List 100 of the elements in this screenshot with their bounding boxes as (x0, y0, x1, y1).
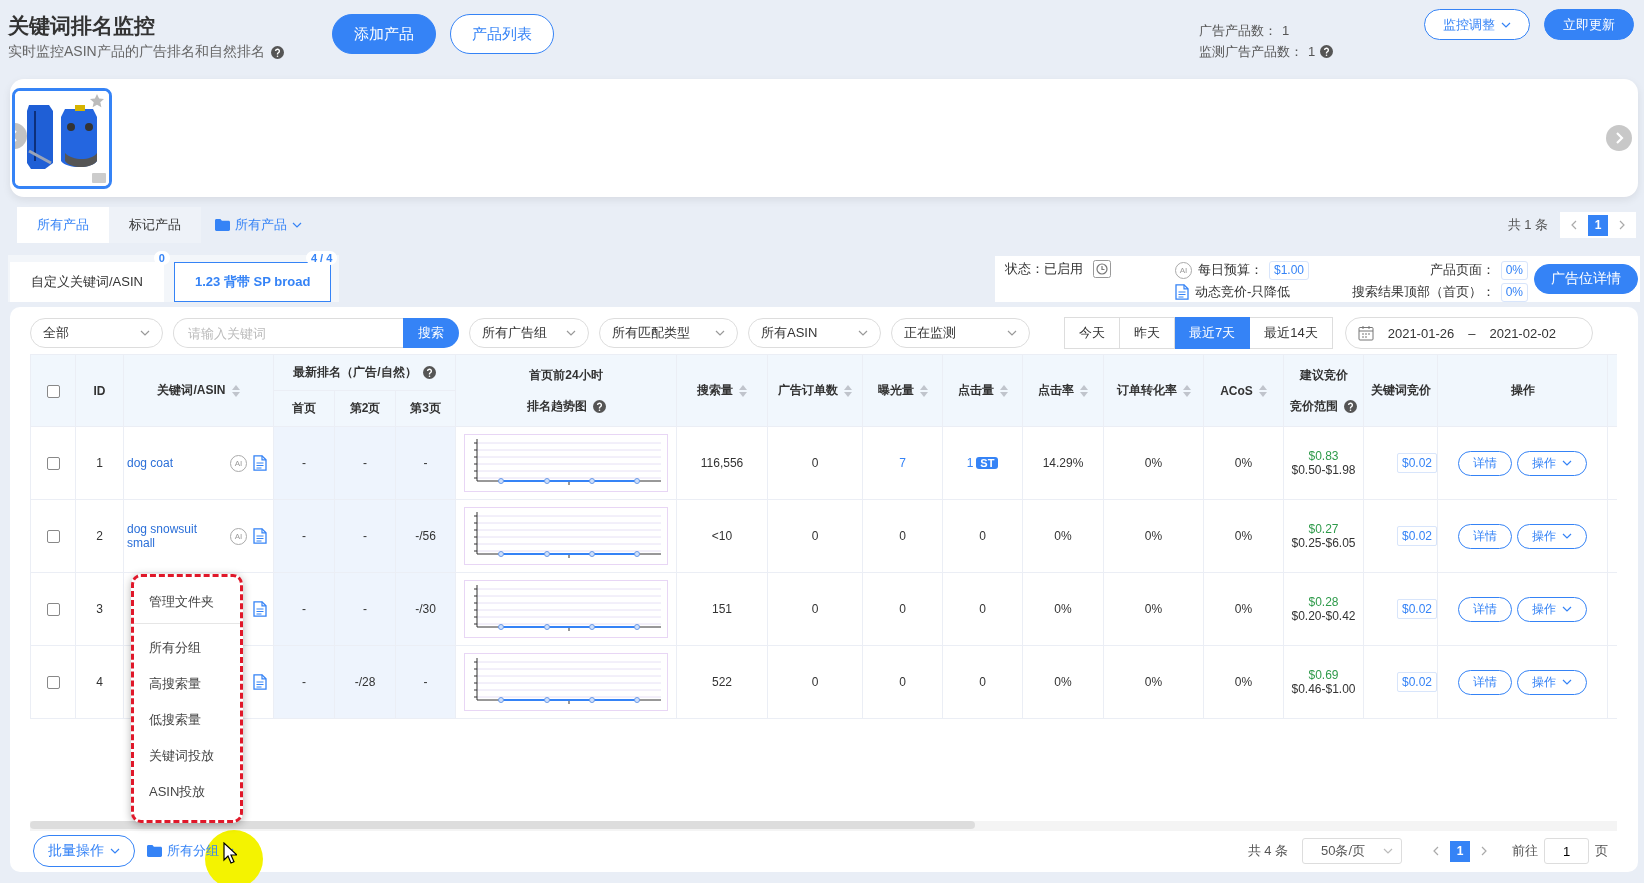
search-button[interactable]: 搜索 (403, 318, 459, 348)
sort-icon (1182, 384, 1191, 397)
bid-field[interactable]: $0.02 (1396, 599, 1437, 619)
keyword-group-card[interactable]: 1.23 背带 SP broad (173, 262, 332, 302)
placement-label: 产品页面： (1429, 261, 1495, 279)
count-badge: 4 / 4 (305, 251, 338, 265)
details-button[interactable]: 详情 (1458, 669, 1512, 695)
actions-dropdown[interactable]: 操作 (1517, 523, 1587, 549)
folder-filter[interactable]: 所有产品 (215, 216, 302, 234)
date-range-button[interactable]: 今天 (1064, 317, 1120, 349)
stat-label: 监测广告产品数： (1199, 43, 1303, 61)
bid-field[interactable]: $0.02 (1396, 453, 1437, 473)
select-all-checkbox[interactable] (46, 384, 60, 398)
table-cell: 0 (979, 529, 986, 543)
sort-icon (231, 384, 240, 397)
chevron-down-icon (1562, 679, 1572, 685)
product-tab[interactable]: 所有产品 (17, 207, 109, 243)
column-header: 关键词/ASIN (157, 382, 226, 399)
table-cell: -/30 (395, 572, 456, 646)
column-header: 点击量 (957, 382, 994, 399)
date-range-button[interactable]: 昨天 (1120, 317, 1175, 349)
table-cell: 0 (767, 572, 863, 646)
details-button[interactable]: 详情 (1458, 450, 1512, 476)
keyword-link[interactable]: dog coat (127, 456, 222, 470)
keyword-link[interactable]: dog snowsuit small (127, 522, 222, 550)
search-field[interactable]: 请输入关键词 (173, 318, 403, 348)
help-icon (422, 366, 436, 379)
bid-range: $0.25-$6.05 (1290, 536, 1357, 550)
monitor-adjust-dropdown[interactable]: 监控调整 (1424, 9, 1530, 40)
record-count: 共 1 条 (1507, 216, 1548, 234)
actions-dropdown[interactable]: 操作 (1517, 669, 1587, 695)
placement-label: 搜索结果顶部（首页）： (1351, 283, 1495, 301)
table-cell: 0% (1022, 645, 1104, 719)
budget-label: 每日预算： (1198, 261, 1263, 279)
menu-item[interactable]: 低搜索量 (134, 702, 240, 738)
page-number[interactable]: 1 (1450, 840, 1470, 862)
chevron-down-icon (292, 222, 302, 228)
table-cell[interactable]: 7 (899, 456, 906, 470)
table-cell: 0 (899, 529, 906, 543)
status-label: 状态：已启用 (1005, 260, 1083, 278)
page-suffix: 页 (1595, 842, 1608, 860)
column-header: 第2页 (334, 390, 396, 427)
column-header: 竞价范围 (1290, 397, 1338, 415)
suggested-bid: $0.27 (1307, 522, 1340, 536)
page-size-select[interactable]: 50条/页 (1302, 838, 1402, 864)
folder-icon (147, 845, 162, 857)
column-header: ACoS (1220, 383, 1253, 398)
chevron-down-icon (1562, 606, 1572, 612)
previous-page-icon (1571, 220, 1577, 230)
table-cell: 14.29% (1022, 426, 1104, 500)
add-product-button[interactable]: 添加产品 (332, 14, 436, 54)
product-tab[interactable]: 标记产品 (109, 207, 201, 243)
details-button[interactable]: 详情 (1458, 523, 1512, 549)
menu-item[interactable]: 所有分组 (134, 630, 240, 666)
row-checkbox[interactable] (46, 603, 60, 617)
page-subtitle: 实时监控ASIN产品的广告排名和自然排名 (8, 43, 265, 61)
table-cell: 0% (1103, 572, 1204, 646)
update-now-button[interactable]: 立即更新 (1544, 9, 1634, 40)
keyword-group-card[interactable]: 自定义关键词/ASIN (10, 262, 164, 302)
column-header: 建议竞价 (1299, 366, 1348, 384)
date-range-button[interactable]: 最近14天 (1250, 317, 1333, 349)
table-cell: 151 (676, 572, 768, 646)
stat-value: 1 (1308, 43, 1316, 61)
menu-item[interactable]: 关键词投放 (134, 738, 240, 774)
table-cell: 0% (1022, 499, 1104, 573)
table-cell: 2 (75, 499, 124, 573)
row-checkbox[interactable] (46, 457, 60, 471)
help-icon (270, 45, 284, 59)
table-cell: 4 (75, 645, 124, 719)
group-filter[interactable]: 所有分组 (147, 842, 234, 860)
page-field[interactable]: 1 (1544, 838, 1589, 864)
table-cell: <10 (676, 499, 768, 573)
bid-range: $0.20-$0.42 (1290, 609, 1357, 623)
table-cell: 0% (1103, 426, 1204, 500)
document-icon (253, 528, 267, 544)
table-cell[interactable]: 1 (966, 456, 974, 470)
actions-dropdown[interactable]: 操作 (1517, 450, 1587, 476)
table-cell: - (334, 572, 396, 646)
bid-range: $0.46-$1.00 (1290, 682, 1357, 696)
batch-actions-dropdown[interactable]: 批量操作 (33, 835, 135, 867)
table-cell: 0% (1203, 499, 1284, 573)
row-checkbox[interactable] (46, 530, 60, 544)
table-cell: 0 (767, 426, 863, 500)
bid-field[interactable]: $0.02 (1396, 672, 1437, 692)
page-number[interactable]: 1 (1588, 214, 1608, 236)
date-range-button[interactable]: 最近7天 (1175, 317, 1251, 349)
details-button[interactable]: 详情 (1458, 596, 1512, 622)
placement-details-button[interactable]: 广告位详情 (1534, 264, 1638, 294)
document-icon (253, 601, 267, 617)
actions-dropdown[interactable]: 操作 (1517, 596, 1587, 622)
table-cell: - (334, 499, 396, 573)
table-cell: 0% (1203, 572, 1284, 646)
menu-item[interactable]: ASIN投放 (134, 774, 240, 810)
product-list-button[interactable]: 产品列表 (450, 14, 554, 54)
column-header: 广告订单数 (778, 382, 838, 399)
table-cell: 0% (1203, 645, 1284, 719)
help-icon (592, 399, 606, 413)
scrollbar-thumb[interactable] (30, 821, 975, 829)
bid-field[interactable]: $0.02 (1396, 526, 1437, 546)
row-checkbox[interactable] (46, 676, 60, 690)
